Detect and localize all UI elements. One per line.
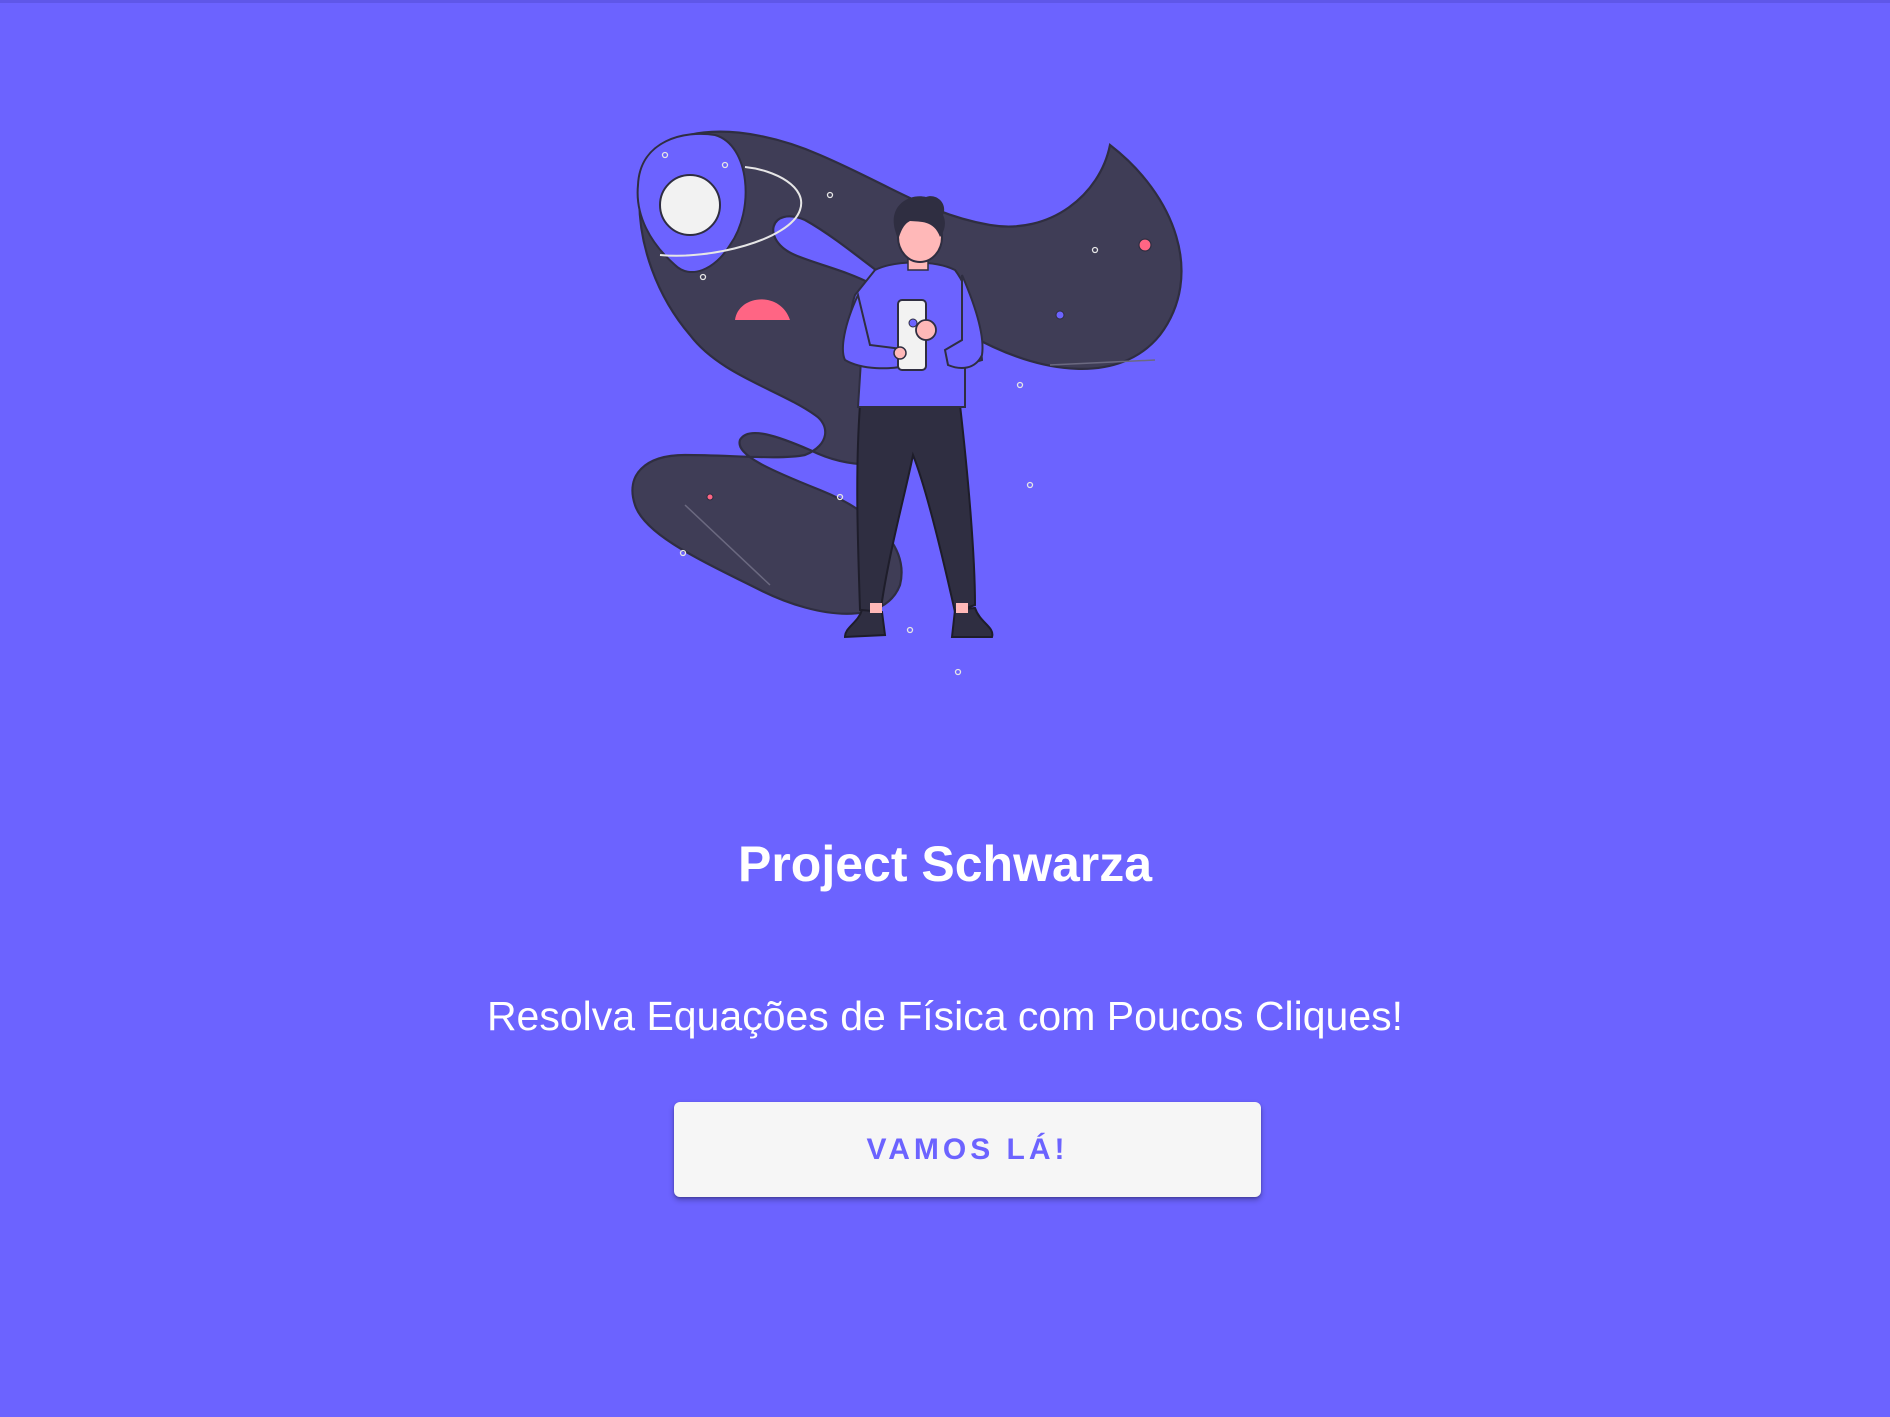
page-subtitle: Resolva Equações de Física com Poucos Cl…	[486, 993, 1404, 1039]
lets-go-button[interactable]: VAMOS LÁ!	[674, 1102, 1261, 1197]
hero-section: Project Schwarza Resolva Equações de Fís…	[0, 0, 1890, 1417]
person-in-space-illustration	[631, 130, 1183, 676]
person-legs	[856, 404, 977, 617]
moon	[659, 174, 721, 236]
page-title: Project Schwarza	[737, 835, 1153, 892]
